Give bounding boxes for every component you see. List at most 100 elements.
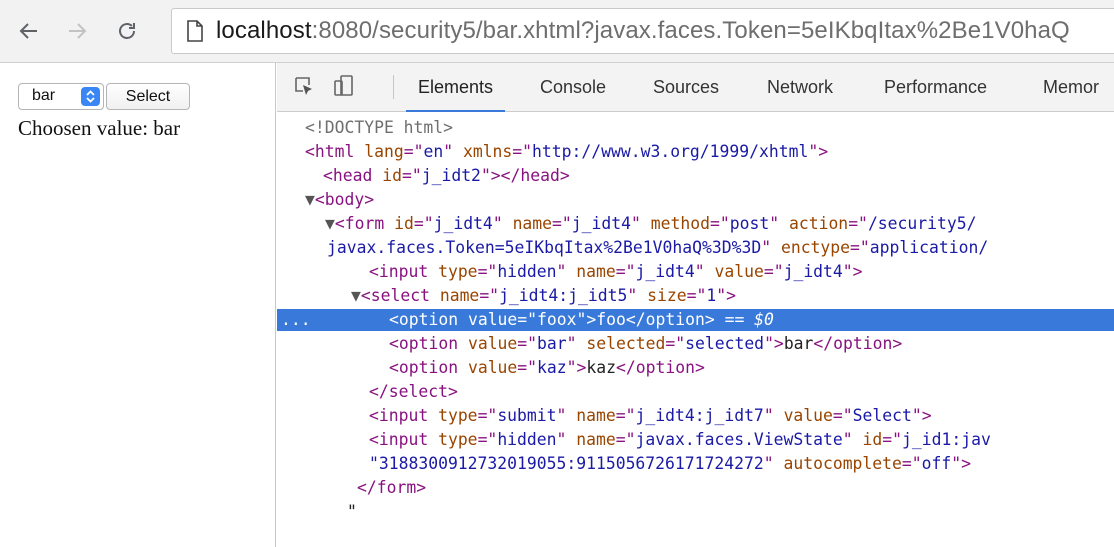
dom-token: xmlns <box>462 142 513 161</box>
dom-node-line[interactable]: "3188300912732019055:9115056726171724272… <box>277 453 1114 475</box>
dom-token: submit <box>497 406 557 425</box>
dom-token: "> <box>808 142 829 161</box>
dom-node-line[interactable]: <input type="hidden" name="j_idt4" value… <box>277 261 1114 283</box>
disclosure-triangle-icon[interactable]: ▼ <box>305 190 315 209</box>
value-select[interactable]: bar <box>18 83 104 110</box>
dom-token: " <box>769 214 789 233</box>
dom-node-line[interactable]: </form> <box>277 477 1114 499</box>
dom-node-line[interactable]: <input type="submit" name="j_idt4:j_idt7… <box>277 405 1114 427</box>
dom-token: <head <box>323 166 383 185</box>
dom-token: method <box>650 214 710 233</box>
disclosure-triangle-icon[interactable]: ▼ <box>351 286 361 305</box>
dom-token: value <box>714 262 764 281</box>
dom-token: " <box>761 238 781 257</box>
back-button[interactable] <box>14 14 44 48</box>
dom-token: </option> <box>625 310 715 329</box>
dom-token: </form> <box>357 478 427 497</box>
tab-sources[interactable]: Sources <box>653 63 719 111</box>
dom-token: =" <box>901 454 922 473</box>
device-toolbar-icon[interactable] <box>333 75 357 102</box>
dom-token: " <box>763 454 784 473</box>
dom-token: <html <box>305 142 365 161</box>
dom-token: name <box>512 214 553 233</box>
dom-token: application/ <box>869 238 989 257</box>
dom-node-markup: <option value="kaz">kaz</option> <box>389 357 705 379</box>
arrow-right-icon <box>65 19 89 43</box>
reload-icon <box>115 19 139 43</box>
dom-token: <option <box>389 358 468 377</box>
dom-token: =" <box>477 406 498 425</box>
dom-token: foo <box>596 310 626 329</box>
dom-token: j_id1:jav <box>902 430 991 449</box>
dom-token: =" <box>665 334 686 353</box>
page-icon <box>186 20 204 47</box>
chevron-updown-icon <box>81 87 100 106</box>
dom-token: " <box>347 502 357 521</box>
tab-elements[interactable]: Elements <box>405 63 506 112</box>
dom-token: =" <box>477 262 498 281</box>
tab-network[interactable]: Network <box>767 63 833 111</box>
dom-token: en <box>423 142 444 161</box>
dom-node-markup: " <box>347 501 357 523</box>
dom-token: <!DOCTYPE html> <box>305 118 454 137</box>
node-actions-ellipsis[interactable]: ... <box>281 309 311 331</box>
dom-node-line[interactable]: <option value="bar" selected="selected">… <box>277 333 1114 355</box>
dom-node-line[interactable]: <head id="j_idt2"></head> <box>277 165 1114 187</box>
dom-token: bar <box>537 334 567 353</box>
tab-performance[interactable]: Performance <box>884 63 987 111</box>
dom-token: =" <box>615 430 636 449</box>
dom-token: " <box>694 262 715 281</box>
dom-token: off <box>921 454 952 473</box>
dom-node-line[interactable]: </select> <box>277 381 1114 403</box>
dom-token: id <box>394 214 414 233</box>
dom-node-markup: ▼<body> <box>305 189 374 211</box>
dom-node-line-selected[interactable]: ... <option value="foox">foo</option> == … <box>277 309 1114 331</box>
dom-node-markup: javax.faces.Token=5eIKbqItax%2Be1V0haQ%3… <box>327 237 988 259</box>
dom-node-line[interactable]: <html lang="en" xmlns="http://www.w3.org… <box>277 141 1114 163</box>
url-text[interactable]: localhost:8080/security5/bar.xhtml?javax… <box>216 15 1070 47</box>
dom-node-markup: </select> <box>369 381 458 403</box>
reload-button[interactable] <box>112 14 142 48</box>
dom-token: =" <box>763 262 784 281</box>
dom-token: value <box>467 310 518 329</box>
inspect-element-icon[interactable] <box>293 75 315 102</box>
tab-memory[interactable]: Memor <box>1043 63 1099 111</box>
tab-console[interactable]: Console <box>540 63 606 111</box>
dom-token: </select> <box>369 382 458 401</box>
dom-token: "> <box>566 358 587 377</box>
dom-token: "3188300912732019055:9115056726171724272 <box>369 454 764 473</box>
dom-node-markup: <option value="foox">foo</option> == $0 <box>389 309 774 331</box>
select-current-value: bar <box>32 87 56 104</box>
address-bar[interactable]: localhost:8080/security5/bar.xhtml?javax… <box>171 8 1114 54</box>
dom-node-line[interactable]: ▼<body> <box>277 189 1114 211</box>
dom-node-line[interactable]: <option value="kaz">kaz</option> <box>277 357 1114 379</box>
dom-token: id <box>382 166 402 185</box>
select-button[interactable]: Select <box>106 83 190 110</box>
dom-node-line[interactable]: javax.faces.Token=5eIKbqItax%2Be1V0haQ%3… <box>277 237 1114 259</box>
dom-token: hidden <box>497 262 557 281</box>
dom-token: "> <box>576 310 597 329</box>
dom-node-markup: <input type="submit" name="j_idt4:j_idt7… <box>369 405 932 427</box>
dom-token: j_idt4 <box>571 214 632 233</box>
dom-token: /security5/ <box>867 214 977 233</box>
dom-token: <body> <box>314 190 375 209</box>
dom-token: http://www.w3.org/1999/xhtml <box>532 142 809 161</box>
dom-node-line[interactable]: <!DOCTYPE html> <box>277 117 1114 139</box>
dom-token: <input <box>369 406 439 425</box>
dom-token: size <box>647 286 687 305</box>
dom-node-line[interactable]: " <box>277 501 1114 523</box>
dom-node-markup: <html lang="en" xmlns="http://www.w3.org… <box>305 141 828 163</box>
dom-node-markup: <option value="bar" selected="selected">… <box>389 333 902 355</box>
dom-token: selected <box>685 334 765 353</box>
dom-token: =" <box>517 358 538 377</box>
devtools-tab-bar: Elements Console Sources Network Perform… <box>277 63 1114 112</box>
dom-token: <select <box>360 286 440 305</box>
forward-button[interactable] <box>62 14 92 48</box>
dom-token: " <box>556 406 577 425</box>
disclosure-triangle-icon[interactable]: ▼ <box>325 214 335 233</box>
dom-node-line[interactable]: ▼<select name="j_idt4:j_idt5" size="1"> <box>277 285 1114 307</box>
dom-token: kaz <box>586 358 617 377</box>
dom-node-line[interactable]: <input type="hidden" name="javax.faces.V… <box>277 429 1114 451</box>
dom-node-line[interactable]: ▼<form id="j_idt4" name="j_idt4" method=… <box>277 213 1114 235</box>
dom-token: =" <box>401 166 422 185</box>
